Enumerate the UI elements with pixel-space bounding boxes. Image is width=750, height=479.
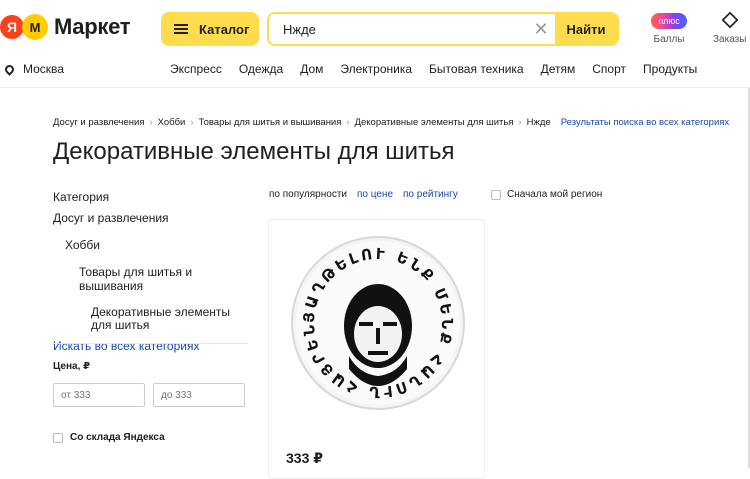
region-filter[interactable]: Сначала мой регион bbox=[491, 189, 602, 200]
category-nav: Экспресс Одежда Дом Электроника Бытовая … bbox=[170, 62, 714, 76]
region-checkbox[interactable] bbox=[491, 189, 501, 200]
sort-popularity[interactable]: по популярности bbox=[269, 189, 347, 200]
sort-price[interactable]: по цене bbox=[357, 189, 393, 200]
price-from-field[interactable] bbox=[53, 383, 145, 407]
header: Я M Маркет Каталог ✕ Найти плюс Баллы За… bbox=[0, 0, 750, 88]
orders-link[interactable]: Заказы bbox=[713, 10, 746, 45]
location-label: Москва bbox=[23, 62, 64, 76]
search-all-categories-link[interactable]: Искать во всех категориях bbox=[53, 339, 248, 353]
nav-item[interactable]: Бытовая техника bbox=[429, 62, 524, 76]
category-item[interactable]: Товары для шитья и вышивания bbox=[53, 265, 248, 293]
page-title: Декоративные элементы для шитья bbox=[53, 138, 455, 165]
nav-item[interactable]: Электроника bbox=[340, 62, 412, 76]
breadcrumb-item: Нжде bbox=[526, 117, 551, 128]
nav-item[interactable]: Дом bbox=[300, 62, 323, 76]
plus-badge: плюс bbox=[651, 13, 687, 29]
breadcrumb-item[interactable]: Декоративные элементы для шитья bbox=[355, 117, 514, 128]
product-image[interactable]: ՅԱՂԹԵԼՈՒ ԵՆՔ ՄԵՆՔ ՀԱՆՈՒՆ ՀԱՅՐԵՆԻՔԻ bbox=[289, 234, 467, 412]
menu-icon bbox=[174, 24, 188, 34]
product-price: 333 ₽ bbox=[286, 450, 323, 466]
location-pin-icon bbox=[3, 62, 16, 76]
search-bar: ✕ Найти bbox=[267, 12, 619, 46]
nav-item[interactable]: Продукты bbox=[643, 62, 697, 76]
category-item[interactable]: Хобби bbox=[53, 238, 248, 252]
search-input[interactable] bbox=[269, 14, 527, 44]
breadcrumb-all-categories-link[interactable]: Результаты поиска во всех категориях bbox=[561, 117, 729, 128]
logo-text: Маркет bbox=[54, 14, 131, 39]
divider bbox=[53, 343, 248, 344]
logo-market-icon: M bbox=[22, 14, 48, 40]
points-label: Баллы bbox=[653, 34, 685, 45]
product-card[interactable]: ՅԱՂԹԵԼՈՒ ԵՆՔ ՄԵՆՔ ՀԱՆՈՒՆ ՀԱՅՐԵՆԻՔԻ 333 ₽ bbox=[268, 219, 485, 479]
logo[interactable]: Я M Маркет bbox=[0, 14, 131, 40]
nav-item[interactable]: Спорт bbox=[592, 62, 626, 76]
breadcrumb-item[interactable]: Досуг и развлечения bbox=[53, 117, 144, 128]
nav-item[interactable]: Детям bbox=[541, 62, 576, 76]
orders-label: Заказы bbox=[713, 34, 747, 45]
price-to-field[interactable] bbox=[153, 383, 245, 407]
category-filter: Категория Досуг и развлечения Хобби Това… bbox=[53, 190, 248, 353]
category-item-current: Декоративные элементы для шитья bbox=[91, 305, 230, 332]
box-icon bbox=[721, 11, 739, 29]
nav-item[interactable]: Экспресс bbox=[170, 62, 222, 76]
breadcrumb-item[interactable]: Товары для шитья и вышивания bbox=[199, 117, 342, 128]
catalog-button[interactable]: Каталог bbox=[161, 12, 259, 46]
logo-ya-icon: Я bbox=[0, 15, 24, 39]
nav-item[interactable]: Одежда bbox=[239, 62, 283, 76]
breadcrumb: Досуг и развлечения › Хобби › Товары для ш… bbox=[53, 117, 730, 128]
close-icon[interactable]: ✕ bbox=[527, 14, 555, 44]
stock-checkbox[interactable] bbox=[53, 432, 63, 443]
category-item[interactable]: Досуг и развлечения bbox=[53, 211, 248, 225]
breadcrumb-item[interactable]: Хобби bbox=[158, 117, 186, 128]
price-filter-label: Цена, ₽ bbox=[53, 361, 91, 372]
points-link[interactable]: плюс Баллы bbox=[651, 10, 687, 45]
sort-rating[interactable]: по рейтингу bbox=[403, 189, 458, 200]
find-button[interactable]: Найти bbox=[555, 14, 617, 44]
region-label: Сначала мой регион bbox=[507, 189, 603, 200]
category-heading: Категория bbox=[53, 190, 110, 204]
location-selector[interactable]: Москва bbox=[3, 62, 64, 76]
stock-filter[interactable]: Со склада Яндекса bbox=[53, 432, 165, 443]
catalog-label: Каталог bbox=[199, 21, 250, 37]
stock-label: Со склада Яндекса bbox=[70, 432, 165, 443]
sort-bar: по популярности по цене по рейтингу bbox=[269, 189, 458, 200]
